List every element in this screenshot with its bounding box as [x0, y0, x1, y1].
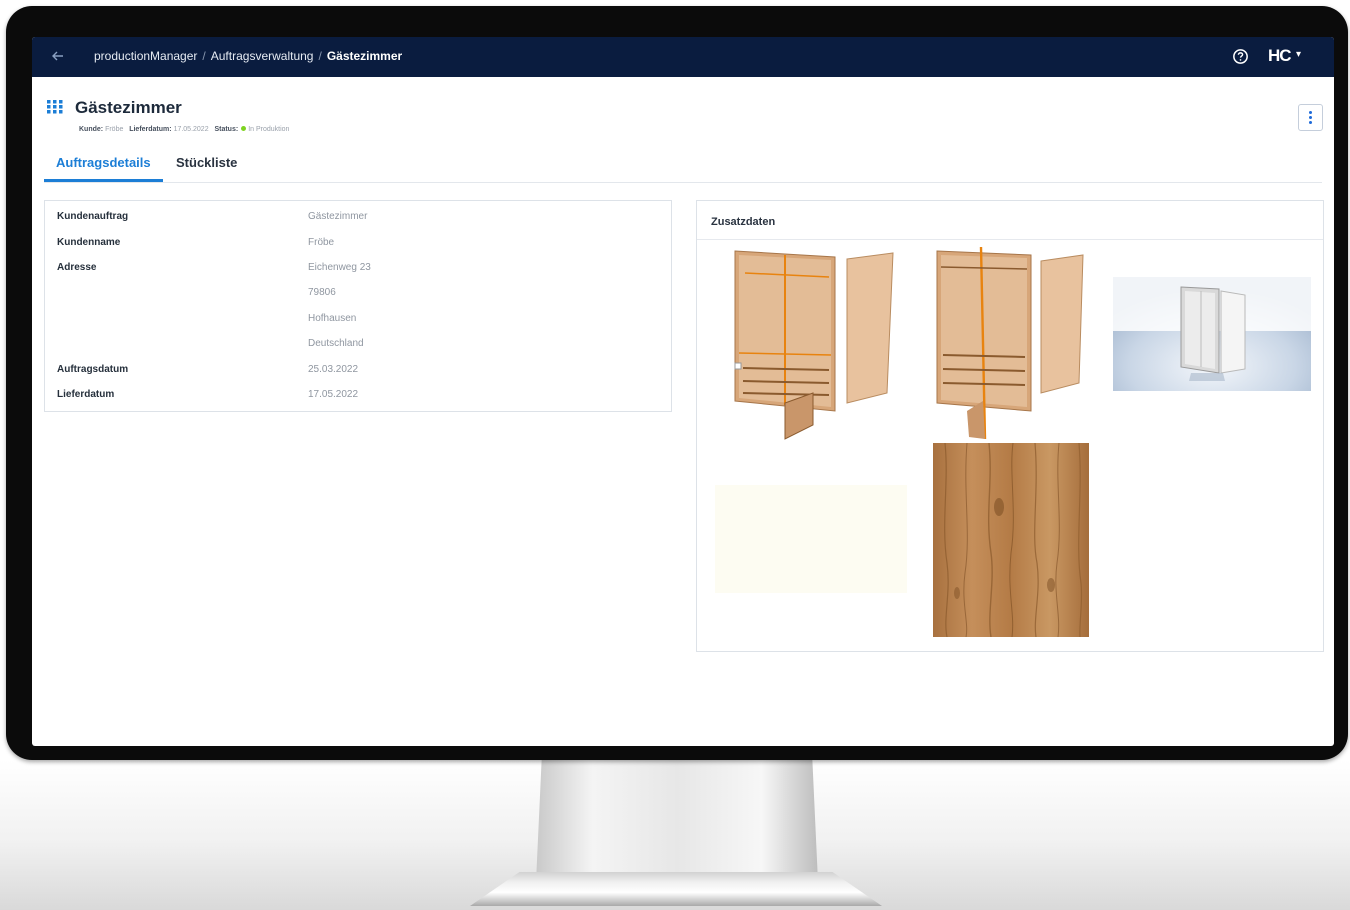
monitor-stand: [536, 760, 818, 882]
order-meta: Kunde: Fröbe Lieferdatum: 17.05.2022 Sta…: [79, 126, 289, 133]
detail-row: Lieferdatum 17.05.2022: [45, 385, 671, 405]
app-screen: productionManager / Auftragsverwaltung / Gäs…: [32, 37, 1334, 746]
company-logo[interactable]: HC: [1268, 46, 1292, 66]
breadcrumb-separator: /: [318, 49, 322, 63]
status-dot-icon: [241, 126, 247, 131]
wardrobe-frame-thumbnail[interactable]: [931, 243, 1091, 441]
breadcrumb-item-current: Gästezimmer: [326, 49, 403, 63]
detail-label: Auftragsdatum: [57, 364, 129, 375]
active-tab-indicator: [44, 179, 163, 182]
detail-row: 79806: [45, 283, 671, 303]
detail-label: Kundenname: [57, 237, 121, 248]
wardrobe-3d-render-thumbnail[interactable]: [1113, 277, 1311, 391]
chevron-down-icon[interactable]: ▾: [1296, 49, 1301, 60]
meta-customer-label: Kunde:: [79, 126, 104, 133]
detail-row: Deutschland: [45, 334, 671, 354]
tab-bar: Auftragsdetails Stückliste: [44, 146, 1322, 183]
status-badge: In Produktion: [248, 126, 290, 133]
breadcrumb: productionManager / Auftragsverwaltung / Gäs…: [94, 49, 402, 63]
additional-data-card: Zusatzdaten: [696, 200, 1324, 652]
meta-delivery-label: Lieferdatum:: [129, 126, 172, 133]
breadcrumb-item-app[interactable]: productionManager: [94, 49, 197, 63]
detail-label: Adresse: [57, 262, 97, 273]
detail-row: Adresse Eichenweg 23: [45, 258, 671, 278]
dot-icon: [1309, 111, 1312, 114]
dot-icon: [1309, 116, 1312, 119]
meta-delivery-value: 17.05.2022: [173, 126, 209, 133]
additional-data-header: Zusatzdaten: [697, 201, 1323, 240]
detail-value: 17.05.2022: [308, 389, 359, 400]
oak-wood-texture-thumbnail[interactable]: [933, 443, 1089, 637]
wardrobe-exploded-thumbnail[interactable]: [725, 243, 897, 445]
tab-stueckliste[interactable]: Stückliste: [176, 155, 237, 170]
detail-value: Fröbe: [308, 237, 335, 248]
meta-customer-value: Fröbe: [105, 126, 124, 133]
detail-value: Gästezimmer: [308, 211, 368, 222]
detail-value: 79806: [308, 287, 336, 298]
monitor-bezel: productionManager / Auftragsverwaltung / Gäs…: [6, 6, 1348, 760]
meta-status-label: Status:: [214, 126, 239, 133]
detail-row: Kundenname Fröbe: [45, 233, 671, 253]
detail-value: Eichenweg 23: [308, 262, 371, 273]
detail-row: Auftragsdatum 25.03.2022: [45, 360, 671, 380]
arrow-left-icon[interactable]: [48, 46, 68, 66]
detail-row: Kundenauftrag Gästezimmer: [45, 207, 671, 227]
detail-value: 25.03.2022: [308, 364, 359, 375]
page-title: Gästezimmer: [75, 98, 182, 117]
more-options-button[interactable]: [1298, 104, 1323, 131]
top-navigation-bar: productionManager / Auftragsverwaltung / Gäs…: [32, 37, 1334, 77]
detail-label: Kundenauftrag: [57, 211, 129, 222]
breadcrumb-separator: /: [202, 49, 206, 63]
cream-color-swatch[interactable]: [715, 485, 907, 593]
detail-row: Hofhausen: [45, 309, 671, 329]
apps-grid-icon[interactable]: [47, 100, 63, 114]
monitor-base: [470, 872, 882, 906]
tab-auftragsdetails[interactable]: Auftragsdetails: [56, 155, 151, 170]
dot-icon: [1309, 121, 1312, 124]
detail-value: Hofhausen: [308, 313, 357, 324]
help-circle-icon[interactable]: [1231, 47, 1250, 66]
detail-label: Lieferdatum: [57, 389, 115, 400]
detail-value: Deutschland: [308, 338, 364, 349]
order-details-card: Kundenauftrag Gästezimmer Kundenname Frö…: [44, 200, 672, 412]
breadcrumb-item-orders[interactable]: Auftragsverwaltung: [211, 49, 314, 63]
additional-data-title: Zusatzdaten: [711, 216, 776, 228]
